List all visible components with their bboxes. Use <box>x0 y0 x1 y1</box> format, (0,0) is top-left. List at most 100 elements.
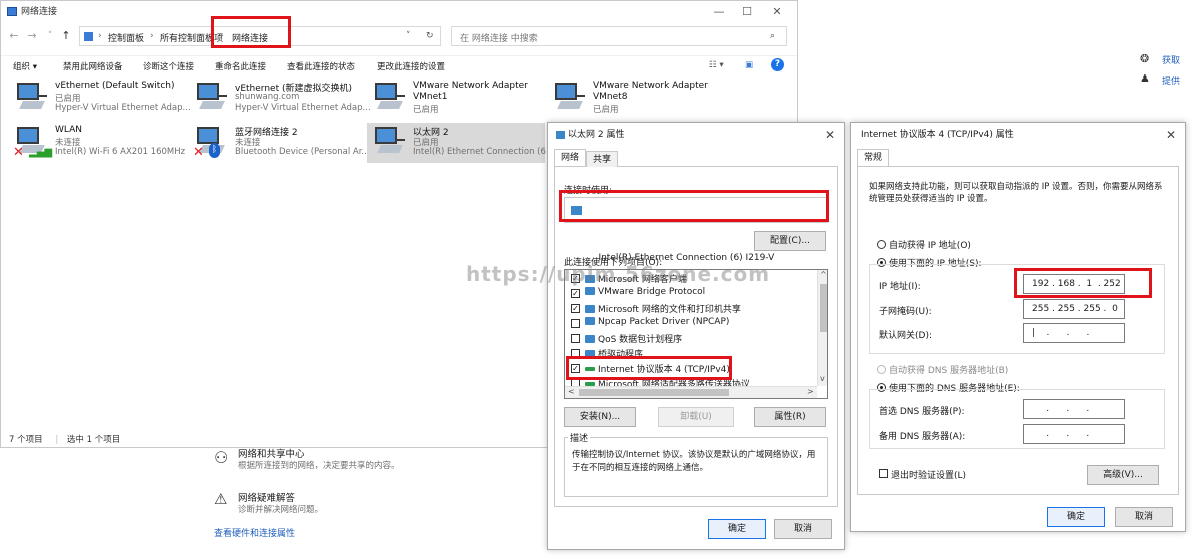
troubleshoot-link[interactable]: 网络疑难解答 <box>238 490 295 504</box>
list-scrollbar[interactable]: ^ v <box>817 270 827 386</box>
tab-sharing[interactable]: 共享 <box>586 151 619 167</box>
network-adapter-icon <box>15 83 49 111</box>
close-icon[interactable]: ✕ <box>1161 123 1181 147</box>
cancel-button[interactable]: 取消 <box>1115 507 1173 527</box>
description-text: 传输控制协议/Internet 协议。该协议是默认的广域网络协议，用于在不同的相… <box>572 450 816 473</box>
horizontal-scrollbar[interactable]: < > <box>565 386 817 398</box>
rename-button[interactable]: 重命名此连接 <box>215 60 266 72</box>
search-box[interactable]: 在 网络连接 中搜索 ⌕ <box>451 26 787 46</box>
network-adapter-icon <box>373 83 407 111</box>
highlight-box-adapter <box>559 190 829 222</box>
network-adapter-icon <box>553 83 587 111</box>
scroll-down-icon[interactable]: v <box>820 374 825 383</box>
preferred-dns-field[interactable]: . . . <box>1023 399 1125 419</box>
get-help-icon: ❂ <box>1140 52 1150 65</box>
close-button[interactable]: ✕ <box>763 1 791 23</box>
item-count: 7 个项目 <box>9 435 43 445</box>
up-arrow-icon[interactable]: ↑ <box>59 28 73 44</box>
breadcrumb-control-panel[interactable]: 控制面板 <box>108 31 144 44</box>
scroll-left-icon[interactable]: < <box>568 387 575 396</box>
subnet-mask-field[interactable]: 255 . 255 . 255 . 0 <box>1023 299 1125 319</box>
close-icon[interactable]: ✕ <box>820 123 840 147</box>
configure-button[interactable]: 配置(C)... <box>754 231 826 251</box>
adapter-item[interactable]: vEthernet (新建虚拟交换机) shunwang.com Hyper-V… <box>189 79 371 119</box>
tab-strip: 网络 共享 <box>554 149 838 167</box>
h-scroll-thumb[interactable] <box>579 389 729 396</box>
adapter-item-bluetooth[interactable]: ✕ ᛒ 蓝牙网络连接 2 未连接 Bluetooth Device (Perso… <box>189 123 370 163</box>
feedback-link[interactable]: 提供 <box>1162 74 1180 87</box>
cancel-button[interactable]: 取消 <box>774 519 832 539</box>
disconnected-x-icon: ✕ <box>193 145 204 160</box>
subnet-mask-label: 子网掩码(U): <box>879 307 932 317</box>
preferred-dns-label: 首选 DNS 服务器(P): <box>879 407 965 417</box>
forward-arrow-icon[interactable]: → <box>25 28 39 44</box>
auto-dns-radio[interactable] <box>877 365 886 374</box>
intro-text: 如果网络支持此功能，则可以获取自动指派的 IP 设置。否则，你需要从网络系统管理… <box>869 182 1163 204</box>
maximize-button[interactable]: ☐ <box>733 1 761 23</box>
dialog-title: Internet 协议版本 4 (TCP/IPv4) 属性 <box>861 130 1014 140</box>
warning-icon: ⚠ <box>214 490 228 508</box>
scroll-thumb[interactable] <box>820 284 827 332</box>
signal-bars-icon: ▂▄▆ <box>29 147 53 158</box>
properties-button[interactable]: 属性(R) <box>754 407 826 427</box>
dialog-titlebar: 以太网 2 属性 <box>548 123 844 147</box>
item-checkbox[interactable]: ✓ <box>571 304 580 313</box>
organize-menu[interactable]: 组织 ▾ <box>13 60 37 72</box>
view-options-icon[interactable]: ☷ ▾ <box>709 60 724 70</box>
change-settings-button[interactable]: 更改此连接的设置 <box>377 60 445 72</box>
alternate-dns-field[interactable]: . . . <box>1023 424 1125 444</box>
dialog-titlebar: Internet 协议版本 4 (TCP/IPv4) 属性 <box>851 123 1185 147</box>
adapter-item-ethernet2[interactable]: 以太网 2 已启用 Intel(R) Ethernet Connection (… <box>367 123 554 163</box>
uninstall-button[interactable]: 卸载(U) <box>658 407 734 427</box>
adapter-item[interactable]: vEthernet (Default Switch) 已启用 Hyper-V V… <box>9 79 191 119</box>
view-status-button[interactable]: 查看此连接的状态 <box>287 60 355 72</box>
item-checkbox[interactable] <box>571 334 580 343</box>
back-arrow-icon[interactable]: ← <box>7 28 21 44</box>
list-item[interactable]: QoS 数据包计划程序 <box>585 332 682 345</box>
description-label: 描述 <box>568 431 591 444</box>
item-checkbox[interactable]: ✓ <box>571 289 580 298</box>
ok-button[interactable]: 确定 <box>1047 507 1105 527</box>
auto-ip-radio[interactable] <box>877 240 886 249</box>
ipv4-properties-dialog: Internet 协议版本 4 (TCP/IPv4) 属性 ✕ 常规 如果网络支… <box>850 122 1186 532</box>
advanced-button[interactable]: 高级(V)... <box>1087 465 1159 485</box>
recent-dropdown-icon[interactable]: ˅ <box>43 28 57 44</box>
feedback-icon: ♟ <box>1140 72 1150 85</box>
selected-count: 选中 1 个项目 <box>66 435 121 445</box>
adapter-item-wlan[interactable]: ✕ ▂▄▆ WLAN 未连接 Intel(R) Wi-Fi 6 AX201 16… <box>9 123 187 163</box>
search-input[interactable]: 在 网络连接 中搜索 <box>460 31 538 44</box>
install-button[interactable]: 安装(N)... <box>564 407 636 427</box>
list-item[interactable]: VMware Bridge Protocol <box>585 287 705 297</box>
adapter-item[interactable]: VMware Network Adapter VMnet1 已启用 <box>367 79 545 119</box>
item-checkbox[interactable] <box>571 319 580 328</box>
network-center-link[interactable]: 网络和共享中心 <box>238 446 305 460</box>
status-bar: 7 个项目 | 选中 1 个项目 <box>9 435 121 445</box>
search-icon[interactable]: ⌕ <box>770 31 775 41</box>
hardware-properties-link[interactable]: 查看硬件和连接属性 <box>214 526 295 539</box>
help-icon[interactable]: ? <box>771 58 784 71</box>
get-help-link[interactable]: 获取 <box>1162 53 1180 66</box>
scroll-up-icon[interactable]: ^ <box>820 270 827 279</box>
diagnose-button[interactable]: 诊断这个连接 <box>143 60 194 72</box>
validate-checkbox[interactable] <box>879 469 888 478</box>
refresh-icon[interactable]: ↻ <box>426 31 434 41</box>
address-row: ← → ˅ ↑ › 控制面板 › 所有控制面板项 › 网络连接 ˅ ↻ 在 网络… <box>1 25 797 47</box>
ok-button[interactable]: 确定 <box>708 519 766 539</box>
gateway-label: 默认网关(D): <box>879 331 932 341</box>
ip-address-label: IP 地址(I): <box>879 282 921 292</box>
minimize-button[interactable]: — <box>705 1 733 23</box>
adapter-item[interactable]: VMware Network Adapter VMnet8 已启用 <box>547 79 725 119</box>
list-item[interactable]: Npcap Packet Driver (NPCAP) <box>585 317 729 327</box>
list-item[interactable]: Microsoft 网络的文件和打印机共享 <box>585 302 741 315</box>
disable-device-button[interactable]: 禁用此网络设备 <box>63 60 123 72</box>
troubleshoot-subtitle: 诊断并解决网络问题。 <box>238 505 324 515</box>
disconnected-x-icon: ✕ <box>13 145 24 160</box>
dialog-title: 以太网 2 属性 <box>568 130 625 140</box>
preview-pane-icon[interactable]: ▣ <box>745 60 753 70</box>
address-dropdown-icon[interactable]: ˅ <box>406 31 411 41</box>
tab-general[interactable]: 常规 <box>857 149 890 167</box>
gateway-field[interactable]: | . . . <box>1023 323 1125 343</box>
tab-network[interactable]: 网络 <box>554 149 587 167</box>
alternate-dns-label: 备用 DNS 服务器(A): <box>879 432 966 442</box>
scroll-right-icon[interactable]: > <box>807 387 814 396</box>
